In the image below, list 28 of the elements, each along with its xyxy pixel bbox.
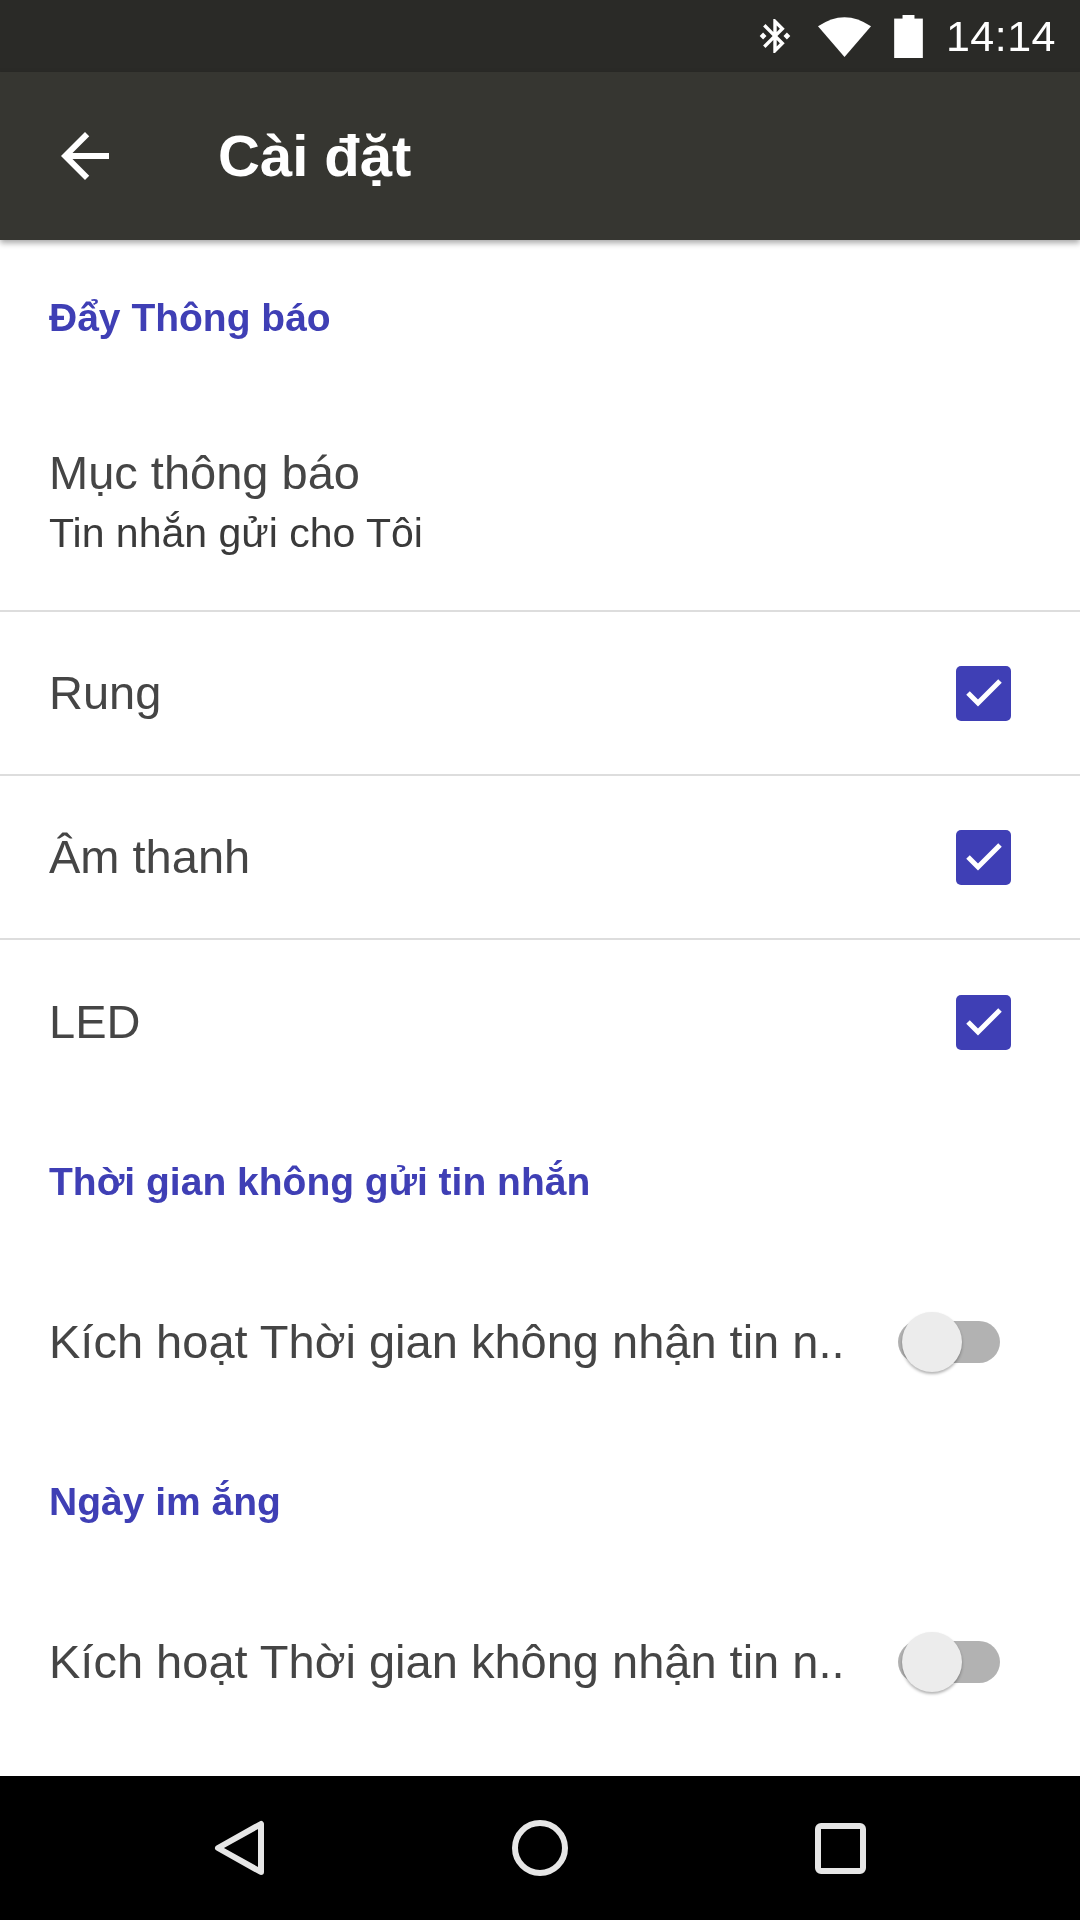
setting-title: Rung — [49, 665, 162, 721]
section-header: Đẩy Thông báo — [49, 294, 331, 341]
status-time: 14:14 — [945, 14, 1056, 58]
screen-title: Cài đặt — [218, 127, 412, 185]
checkbox[interactable] — [956, 829, 1011, 885]
setting-title: Kích hoạt Thời gian không nhận tin n.. — [49, 1314, 845, 1370]
setting-title: Âm thanh — [49, 829, 251, 885]
battery-icon — [893, 14, 923, 58]
recent-apps-square-icon — [814, 1822, 866, 1874]
recent-apps-button[interactable] — [814, 1822, 866, 1874]
back-button[interactable] — [61, 132, 109, 180]
section-header: Ngày im ắng — [49, 1478, 281, 1525]
setting-title: Mục thông báo — [49, 445, 360, 501]
check-icon — [964, 1007, 1003, 1037]
setting-summary: Tin nhắn gửi cho Tôi — [49, 509, 423, 558]
setting-title: Kích hoạt Thời gian không nhận tin n.. — [49, 1634, 845, 1690]
home-nav-button[interactable] — [512, 1820, 568, 1876]
checkbox[interactable] — [956, 994, 1011, 1050]
back-arrow-icon — [61, 132, 109, 180]
back-nav-button[interactable] — [214, 1820, 266, 1876]
section-header: Thời gian không gửi tin nhắn — [49, 1158, 591, 1205]
setting-title: LED — [49, 994, 141, 1050]
checkbox[interactable] — [956, 665, 1011, 721]
home-circle-icon — [512, 1820, 568, 1876]
check-icon — [964, 842, 1003, 872]
wifi-icon — [817, 15, 871, 57]
back-triangle-icon — [214, 1820, 266, 1876]
check-icon — [964, 678, 1003, 708]
